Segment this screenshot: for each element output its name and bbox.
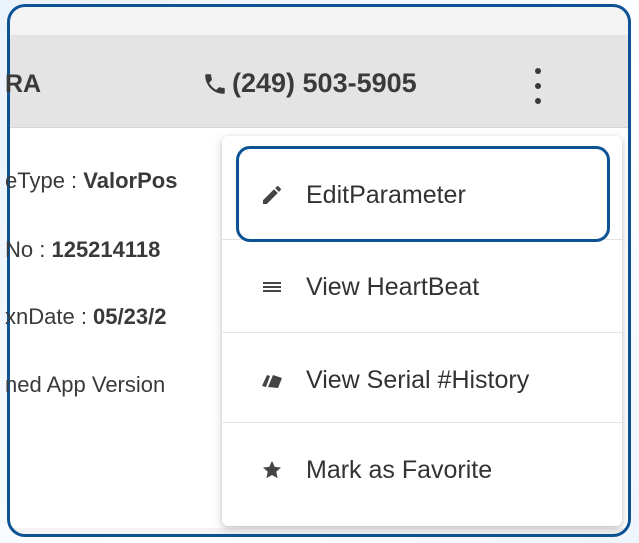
edit-parameter-highlight xyxy=(236,146,610,242)
more-options-icon[interactable] xyxy=(526,64,550,108)
phone-icon xyxy=(205,73,225,94)
detail-app-version: ned App Version xyxy=(5,372,166,397)
detail-device-type: eType : ValorPos xyxy=(5,168,178,193)
menu-item-label: View Serial #History xyxy=(306,365,530,394)
menu-item-view-heartbeat[interactable]: View HeartBeat xyxy=(222,240,622,334)
history-icon xyxy=(262,375,282,388)
detail-serial-no: No : 125214118 xyxy=(5,237,161,262)
star-icon xyxy=(263,461,281,479)
menu-item-view-serial-history[interactable]: View Serial #History xyxy=(222,333,622,427)
list-icon xyxy=(263,282,281,292)
device-name: RA xyxy=(5,70,42,98)
phone-number[interactable]: (249) 503-5905 xyxy=(202,68,417,99)
menu-item-label: Mark as Favorite xyxy=(306,455,493,484)
detail-last-txn-date: xnDate : 05/23/2 xyxy=(5,304,167,329)
phone-number-text: (249) 503-5905 xyxy=(232,68,417,98)
menu-item-mark-favorite[interactable]: Mark as Favorite xyxy=(222,423,622,517)
menu-item-label: View HeartBeat xyxy=(306,272,480,301)
